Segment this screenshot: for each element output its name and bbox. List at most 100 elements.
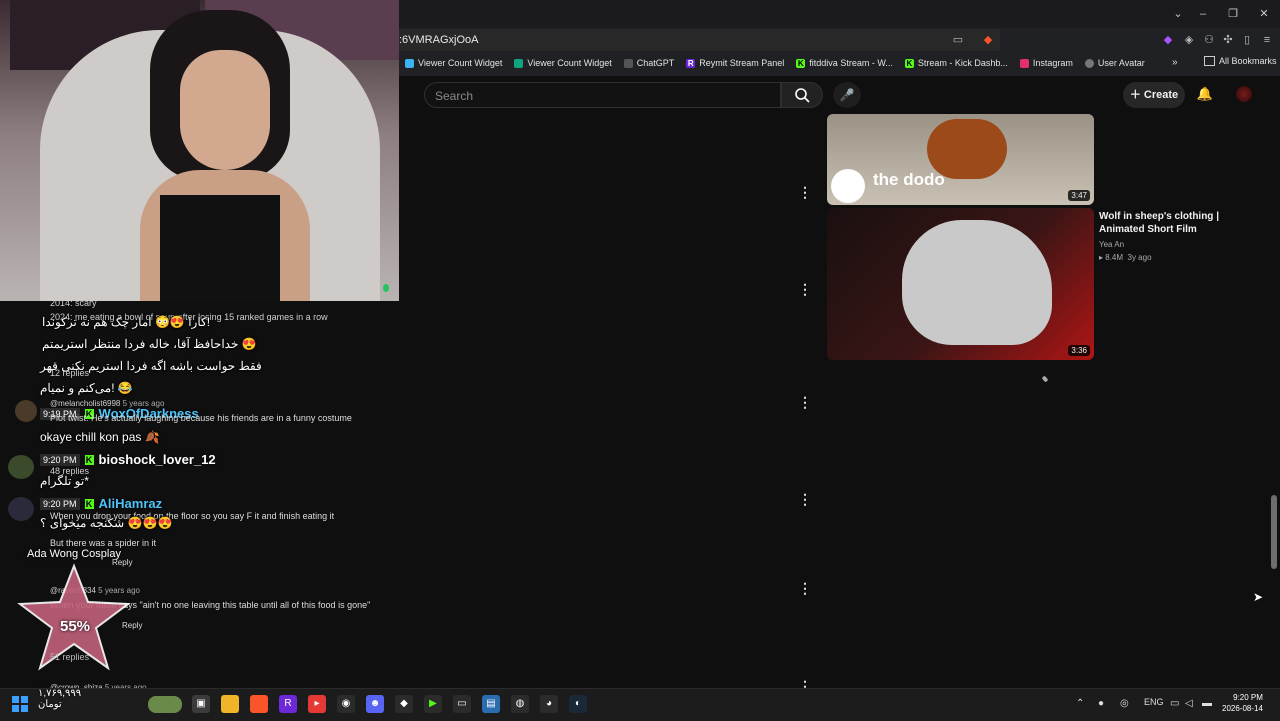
- widgets-button[interactable]: [148, 696, 182, 713]
- file-explorer-icon[interactable]: [221, 695, 239, 713]
- url-text: :6VMRAGxjOoA: [399, 34, 479, 46]
- kick-badge-icon: K: [84, 454, 94, 465]
- more-actions-icon[interactable]: ⋮: [798, 184, 812, 201]
- app-icon[interactable]: ▤: [482, 695, 500, 713]
- more-actions-icon[interactable]: ⋮: [798, 281, 812, 298]
- channel-watermark: the dodo: [873, 170, 945, 189]
- restore-icon[interactable]: ❐: [1223, 6, 1243, 22]
- brave-browser-icon[interactable]: [250, 695, 268, 713]
- cast-icon[interactable]: ▭: [950, 33, 966, 47]
- mic-icon: 🎤: [839, 88, 855, 102]
- notifications-icon[interactable]: 🔔: [1196, 86, 1214, 104]
- voice-search-button[interactable]: 🎤: [833, 82, 861, 108]
- media-app-icon[interactable]: ▸: [308, 695, 326, 713]
- tab-search-icon[interactable]: ⌄: [1168, 6, 1188, 22]
- chat-timestamp: 9:20 PM: [40, 497, 80, 510]
- scrollbar[interactable]: [1271, 495, 1277, 569]
- more-actions-icon[interactable]: ⋮: [798, 394, 812, 411]
- search-button[interactable]: [781, 82, 823, 108]
- video-thumbnail[interactable]: the dodo 3:47: [827, 114, 1094, 205]
- clock[interactable]: 9:20 PM 2026-08-14: [1222, 692, 1263, 714]
- status-light: [383, 284, 389, 292]
- chat-timestamp: 9:20 PM: [40, 453, 80, 466]
- avatar[interactable]: [1236, 86, 1252, 102]
- bookmark-item[interactable]: Viewer Count Widget: [399, 54, 508, 72]
- mic-icon[interactable]: ●: [1098, 698, 1104, 709]
- reymit-icon: R: [686, 58, 696, 68]
- address-bar[interactable]: :6VMRAGxjOoA: [399, 29, 1000, 51]
- kick-icon: K: [796, 58, 806, 68]
- bookmark-item[interactable]: Instagram: [1014, 54, 1079, 72]
- close-icon[interactable]: ✕: [1254, 6, 1274, 22]
- folder-icon: [1204, 56, 1215, 66]
- bookmarks-bar: Viewer Count Widget Viewer Count Widget …: [399, 54, 1151, 72]
- volume-icon[interactable]: ◁: [1185, 698, 1193, 709]
- more-actions-icon[interactable]: ⋮: [798, 491, 812, 508]
- video-thumbnail[interactable]: 3:36: [827, 208, 1094, 360]
- comment-text: 2014: scary: [50, 298, 97, 308]
- brave-shield-icon[interactable]: ◆: [980, 33, 996, 47]
- display-icon[interactable]: ▭: [1170, 698, 1179, 709]
- app-icon[interactable]: ◆: [395, 695, 413, 713]
- reymit-icon[interactable]: R: [279, 695, 297, 713]
- bookmark-item[interactable]: Viewer Count Widget: [508, 54, 617, 72]
- start-button[interactable]: [12, 696, 28, 712]
- controller-icon[interactable]: ◕: [540, 695, 558, 713]
- terminal-icon[interactable]: ▭: [453, 695, 471, 713]
- battery-icon[interactable]: ▬: [1202, 698, 1212, 709]
- network-icon[interactable]: ◎: [1120, 698, 1129, 709]
- dodo-logo-icon: [831, 169, 865, 203]
- chat-message: می‌کنم و نمیام! 😂: [40, 381, 133, 395]
- more-actions-icon[interactable]: ⋮: [798, 580, 812, 597]
- extension-icon[interactable]: ◆: [1160, 33, 1176, 47]
- channel-name[interactable]: Yea An: [1099, 240, 1124, 249]
- chevron-up-icon[interactable]: ⌃: [1076, 698, 1084, 709]
- bookmark-item[interactable]: Kfitddiva Stream - W...: [790, 54, 899, 72]
- bookmark-item[interactable]: ChatGPT: [618, 54, 681, 72]
- task-view-icon[interactable]: ▣: [192, 695, 210, 713]
- puzzle-icon[interactable]: ✣: [1220, 33, 1236, 47]
- chat-message: کارا 😍😳 امار چک هم نه ترکوندا!: [42, 315, 211, 329]
- replies-count[interactable]: 12 replies: [50, 368, 89, 378]
- comment-text: But there was a spider in it: [50, 538, 157, 548]
- extension-icon[interactable]: ◈: [1181, 33, 1197, 47]
- replies-count[interactable]: 51 replies: [50, 652, 89, 662]
- sheep-figure: [902, 220, 1052, 345]
- all-bookmarks-button[interactable]: All Bookmarks: [1204, 56, 1277, 66]
- top-clothing: [160, 195, 280, 301]
- minimize-icon[interactable]: –: [1193, 6, 1213, 22]
- avatar: [8, 497, 34, 521]
- plus-icon: ＋: [1129, 89, 1144, 101]
- app-icon[interactable]: ◍: [511, 695, 529, 713]
- extension-icon[interactable]: ⚇: [1201, 33, 1217, 47]
- discord-icon[interactable]: ☻: [366, 695, 384, 713]
- mouse-cursor-icon: ➤: [1253, 590, 1264, 604]
- video-meta: ▸ 8.4M 3y ago: [1099, 253, 1152, 262]
- create-button[interactable]: ＋ Create: [1123, 82, 1185, 108]
- steam-icon[interactable]: ◐: [569, 695, 587, 713]
- chat-user-row: 9:20 PM K bioshock_lover_12: [40, 452, 216, 467]
- kick-studio-icon[interactable]: ▶: [424, 695, 442, 713]
- obs-icon[interactable]: ◉: [337, 695, 355, 713]
- menu-icon[interactable]: ≡: [1259, 33, 1275, 47]
- bookmarks-overflow-button[interactable]: »: [1172, 57, 1178, 68]
- sidebar-icon[interactable]: ▯: [1239, 33, 1255, 47]
- widget-label: Ada Wong Cosplay: [27, 548, 121, 560]
- kick-icon: K: [904, 58, 914, 68]
- chat-message: شکنجه میخوای ؟ 😍😍😍: [40, 516, 173, 530]
- chat-username[interactable]: AliHamraz: [99, 496, 163, 511]
- bookmark-item[interactable]: R Reymit Stream Panel: [680, 54, 790, 72]
- duration-badge: 3:47: [1068, 190, 1090, 201]
- goal-percent: 55%: [60, 618, 91, 635]
- video-title[interactable]: Wolf in sheep's clothing | Animated Shor…: [1099, 210, 1259, 236]
- chat-username[interactable]: bioshock_lover_12: [99, 452, 216, 467]
- bookmark-item[interactable]: User Avatar: [1079, 54, 1151, 72]
- comment-text: Plot twist: He's actually laughing becau…: [50, 413, 352, 423]
- search-input[interactable]: Search: [424, 82, 781, 108]
- search-icon: [795, 88, 810, 103]
- chat-user-row: 9:20 PM K AliHamraz: [40, 496, 162, 511]
- bookmark-item[interactable]: K Stream - Kick Dashb...: [899, 54, 1014, 72]
- face: [180, 50, 270, 170]
- language-indicator[interactable]: ENG: [1144, 697, 1164, 707]
- duration-badge: 3:36: [1068, 345, 1090, 356]
